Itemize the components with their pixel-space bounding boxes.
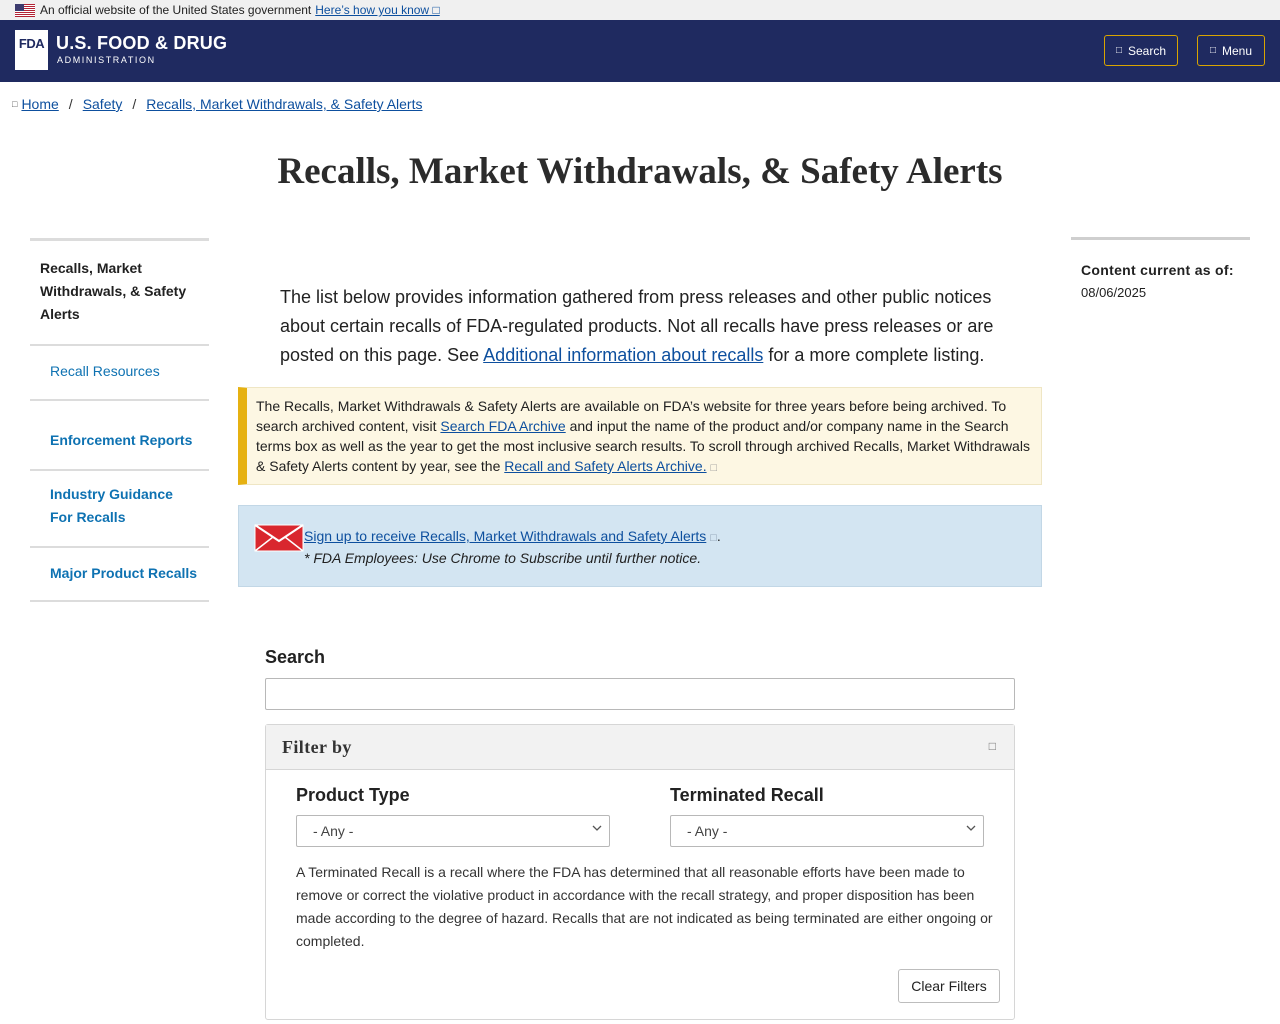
content-date-box: Content current as of: 08/06/2025 bbox=[1071, 237, 1250, 322]
breadcrumb: □ Home / Safety / Recalls, Market Withdr… bbox=[12, 96, 422, 112]
envelope-icon bbox=[254, 524, 304, 552]
content-date-value: 08/06/2025 bbox=[1081, 285, 1147, 300]
product-type-select[interactable]: - Any - bbox=[296, 815, 610, 847]
external-link-icon: □ bbox=[710, 532, 717, 544]
intro-paragraph: The list below provides information gath… bbox=[280, 287, 994, 365]
additional-info-link[interactable]: Additional information about recalls bbox=[483, 345, 763, 365]
fda-logo-icon: FDA bbox=[15, 30, 48, 70]
terminated-recall-label: Terminated Recall bbox=[670, 785, 824, 805]
external-link-icon: □ bbox=[710, 462, 718, 474]
content-date-label: Content current as of: bbox=[1081, 262, 1234, 278]
nav-item-current: Recalls, Market Withdrawals, & Safety Al… bbox=[30, 241, 209, 346]
breadcrumb-safety[interactable]: Safety bbox=[83, 96, 123, 112]
filter-panel: Filter by □ Product Type - Any - Termina… bbox=[265, 724, 1015, 1020]
site-header: FDA U.S. FOOD & DRUG ADMINISTRATION □ Se… bbox=[0, 20, 1280, 82]
breadcrumb-home[interactable]: Home bbox=[21, 96, 58, 112]
expand-icon: □ bbox=[432, 3, 440, 17]
terminated-recall-select[interactable]: - Any - bbox=[670, 815, 984, 847]
search-archive-link[interactable]: Search FDA Archive bbox=[440, 418, 565, 434]
how-you-know-link[interactable]: Here’s how you know □ bbox=[315, 0, 439, 20]
archive-link[interactable]: Recall and Safety Alerts Archive. bbox=[504, 458, 706, 474]
breadcrumb-recalls[interactable]: Recalls, Market Withdrawals, & Safety Al… bbox=[146, 96, 422, 112]
signup-note: * FDA Employees: Use Chrome to Subscribe… bbox=[304, 550, 702, 566]
breadcrumb-separator: / bbox=[132, 96, 137, 112]
logo-subtitle: ADMINISTRATION bbox=[57, 55, 156, 65]
gov-banner-text: An official website of the United States… bbox=[40, 3, 312, 17]
gov-banner: An official website of the United States… bbox=[0, 0, 1280, 20]
signup-text: Sign up to receive Recalls, Market Withd… bbox=[304, 528, 721, 566]
us-flag-icon bbox=[15, 3, 35, 17]
search-input[interactable] bbox=[265, 678, 1015, 710]
menu-icon: □ bbox=[1209, 45, 1216, 56]
search-icon: □ bbox=[1115, 45, 1122, 56]
collapse-icon[interactable]: □ bbox=[989, 739, 996, 753]
terminated-recall-description: A Terminated Recall is a recall where th… bbox=[296, 864, 993, 949]
page-title: Recalls, Market Withdrawals, & Safety Al… bbox=[277, 151, 1003, 192]
search-label: Search bbox=[265, 647, 326, 667]
chevron-down-icon bbox=[592, 825, 602, 831]
nav-item-enforcement-reports: Enforcement Reports bbox=[30, 401, 209, 471]
nav-item-major-product-recalls: Major Product Recalls bbox=[30, 548, 209, 602]
signup-alert: Sign up to receive Recalls, Market Withd… bbox=[238, 505, 1042, 587]
product-type-label: Product Type bbox=[296, 785, 410, 805]
left-nav: Recalls, Market Withdrawals, & Safety Al… bbox=[30, 238, 209, 602]
filter-header[interactable]: Filter by □ bbox=[266, 725, 1014, 770]
archive-alert: The Recalls, Market Withdrawals & Safety… bbox=[238, 387, 1042, 485]
chevron-down-icon bbox=[966, 825, 976, 831]
signup-link[interactable]: Sign up to receive Recalls, Market Withd… bbox=[304, 528, 706, 544]
breadcrumb-separator: / bbox=[68, 96, 73, 112]
menu-button[interactable]: □ Menu bbox=[1197, 35, 1265, 66]
nav-item-industry-guidance: Industry Guidance For Recalls bbox=[30, 471, 209, 548]
search-button[interactable]: □ Search bbox=[1104, 35, 1178, 66]
filter-heading: Filter by bbox=[282, 737, 352, 757]
logo-title: U.S. FOOD & DRUG bbox=[56, 33, 228, 53]
clear-filters-button[interactable]: Clear Filters bbox=[898, 969, 1000, 1003]
home-icon: □ bbox=[12, 99, 18, 109]
nav-item-recall-resources: Recall Resources bbox=[30, 346, 209, 401]
